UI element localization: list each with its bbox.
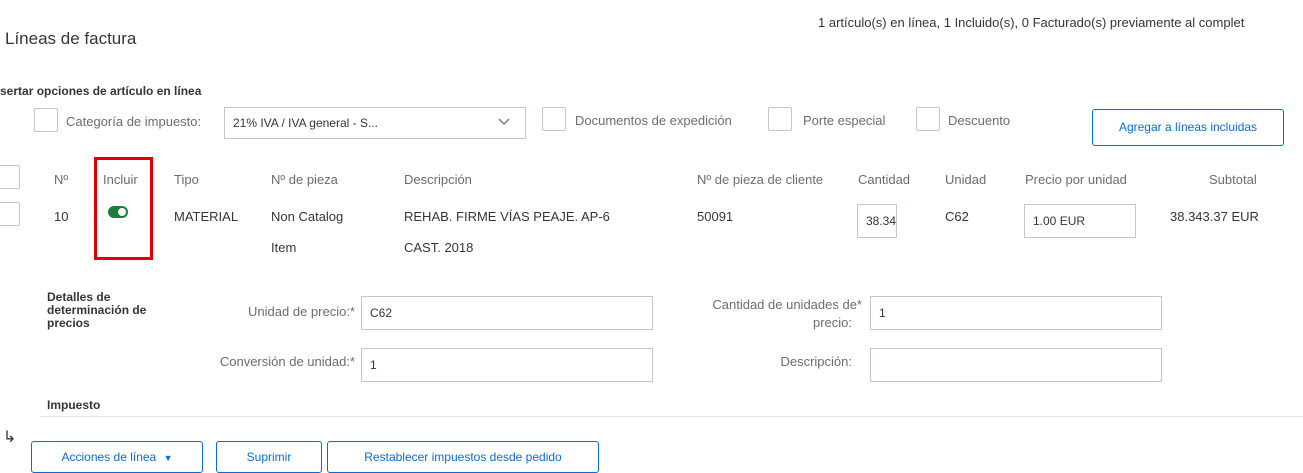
special-freight-checkbox[interactable]: [768, 107, 792, 131]
line-actions-button[interactable]: Acciones de línea ▼: [31, 441, 203, 473]
row-part-no-line1: Non Catalog: [271, 209, 344, 224]
special-freight-label: Porte especial: [803, 113, 886, 128]
quantity-input[interactable]: 38.34: [857, 204, 897, 238]
column-header-customer-part-no: Nº de pieza de cliente: [697, 172, 824, 187]
select-all-checkbox[interactable]: [0, 165, 20, 189]
unit-price-input[interactable]: 1.00 EUR: [1024, 204, 1136, 238]
pricing-details-label: Detalles de determinación de precios: [47, 290, 147, 330]
chevron-down-icon: [497, 114, 511, 128]
pricing-description-label: Descripción:: [780, 354, 852, 369]
price-unit-label: Unidad de precio:*: [248, 304, 355, 319]
column-header-quantity: Cantidad: [858, 172, 911, 187]
price-unit-input[interactable]: C62: [361, 296, 653, 330]
row-select-checkbox[interactable]: [0, 202, 20, 226]
line-items-summary: 1 artículo(s) en línea, 1 Incluido(s), 0…: [818, 15, 1245, 30]
sub-item-arrow-icon: ↳: [3, 429, 17, 446]
price-unit-qty-label-line2: precio:: [812, 315, 852, 330]
page-title: Líneas de factura: [5, 29, 137, 48]
pricing-description-input[interactable]: [870, 348, 1162, 382]
tax-category-value: 21% IVA / IVA general - S...: [233, 116, 378, 130]
add-to-included-lines-button[interactable]: Agregar a líneas incluidas: [1092, 109, 1284, 146]
shipping-documents-checkbox[interactable]: [542, 107, 566, 131]
discount-label: Descuento: [948, 113, 1011, 128]
unit-conversion-input[interactable]: 1: [361, 348, 653, 382]
reset-taxes-button[interactable]: Restablecer impuestos desde pedido: [327, 441, 599, 473]
row-subtotal: 38.343.37 EUR: [1170, 209, 1259, 224]
line-actions-label: Acciones de línea: [61, 450, 157, 464]
caret-down-icon: ▼: [163, 453, 173, 463]
line-item-options-title: sertar opciones de artículo en línea: [0, 84, 202, 98]
shipping-documents-label: Documentos de expedición: [575, 113, 732, 128]
tax-category-select[interactable]: 21% IVA / IVA general - S...: [224, 107, 526, 139]
column-header-part-no: Nº de pieza: [271, 172, 338, 187]
column-header-no: Nº: [54, 172, 69, 187]
divider: [40, 416, 1303, 417]
tax-category-label: Categoría de impuesto:: [66, 114, 202, 129]
unit-conversion-label: Conversión de unidad:*: [219, 354, 355, 369]
price-unit-qty-label-line1: Cantidad de unidades de*: [712, 297, 862, 312]
price-unit-qty-input[interactable]: 1: [870, 296, 1162, 330]
tax-section-label: Impuesto: [47, 398, 101, 412]
row-part-no-line2: Item: [271, 240, 297, 255]
row-description-line1: REHAB. FIRME VÍAS PEAJE. AP-6: [404, 209, 610, 224]
tax-category-checkbox[interactable]: [34, 108, 58, 132]
column-header-description: Descripción: [404, 172, 472, 187]
discount-checkbox[interactable]: [916, 107, 940, 131]
row-description-line2: CAST. 2018: [404, 240, 474, 255]
column-header-unit-price: Precio por unidad: [1025, 172, 1127, 187]
row-no: 10: [54, 209, 69, 224]
include-column-highlight: [94, 157, 153, 260]
delete-button[interactable]: Suprimir: [216, 441, 322, 473]
row-type: MATERIAL: [174, 209, 239, 224]
column-header-subtotal: Subtotal: [1209, 172, 1257, 187]
column-header-unit: Unidad: [945, 172, 987, 187]
row-unit: C62: [945, 209, 969, 224]
column-header-type: Tipo: [174, 172, 199, 187]
row-customer-part-no: 50091: [697, 209, 734, 224]
